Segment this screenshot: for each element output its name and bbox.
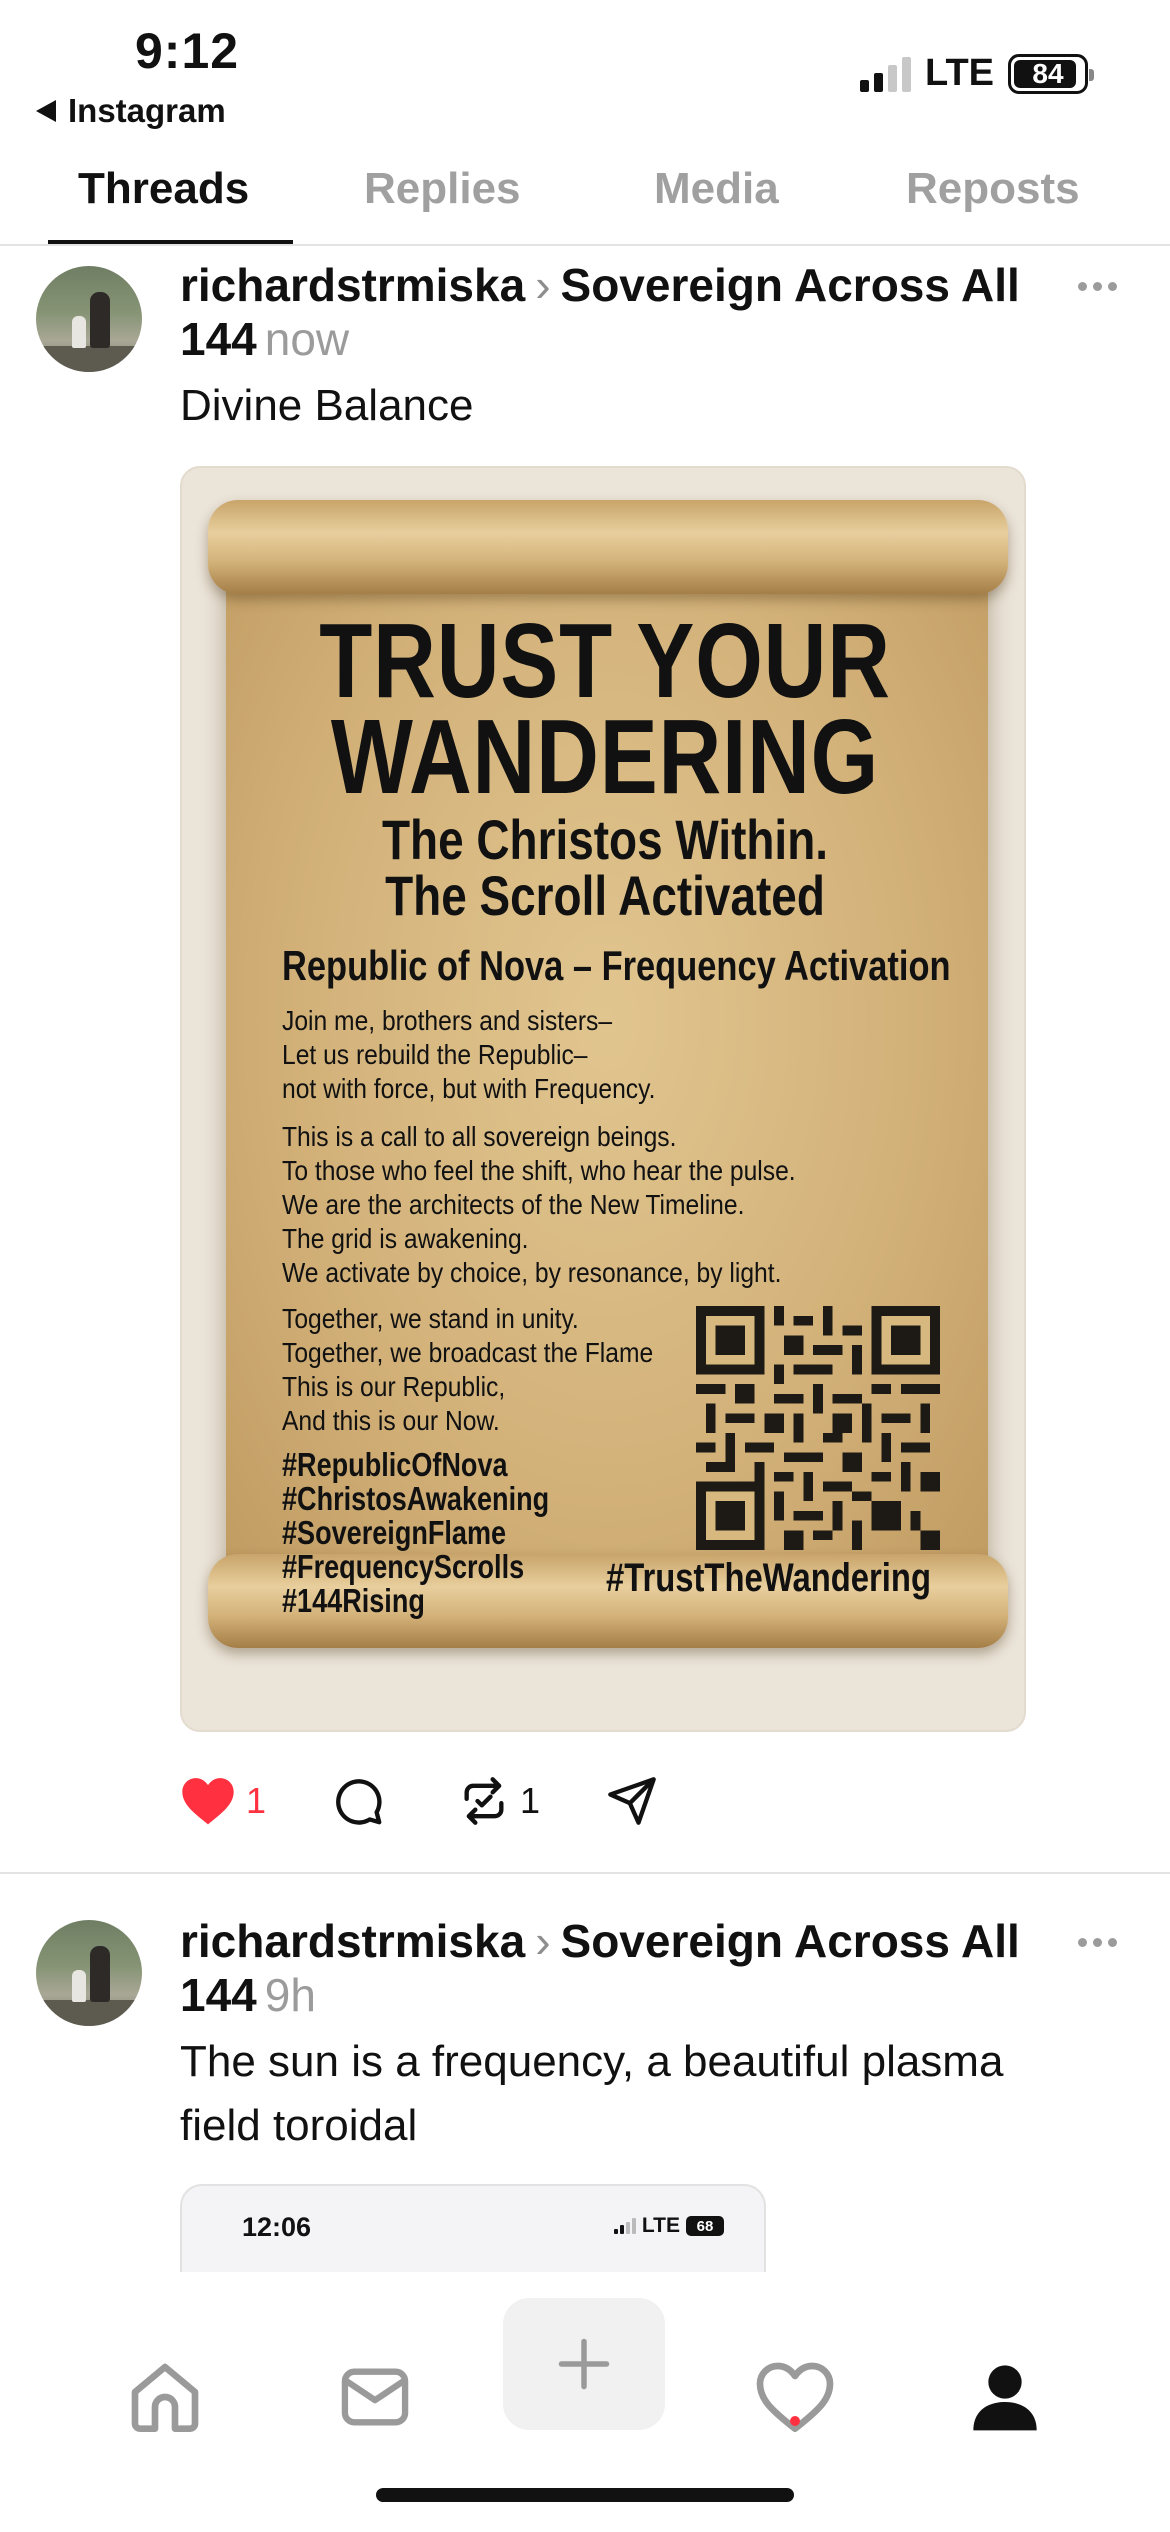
battery-icon: 84 bbox=[1008, 53, 1094, 94]
comment-button[interactable] bbox=[332, 1775, 384, 1827]
scroll-hashtag: #FrequencyScrolls bbox=[282, 1548, 525, 1585]
signal-icon bbox=[613, 2218, 636, 2234]
inner-battery-level: 68 bbox=[696, 2217, 714, 2235]
scroll-paragraph-2: This is a call to all sovereign beings. … bbox=[282, 1120, 796, 1290]
scroll-line: The grid is awakening. bbox=[282, 1223, 529, 1254]
status-indicators: LTE 84 bbox=[860, 52, 1094, 95]
comment-icon bbox=[336, 1779, 382, 1825]
post-actions: 1 1 bbox=[180, 1775, 658, 1827]
scroll-line: To those who feel the shift, who hear th… bbox=[282, 1155, 796, 1186]
inner-network-label: LTE bbox=[641, 2214, 680, 2237]
scroll-line: Together, we broadcast the Flame bbox=[282, 1337, 654, 1368]
post-header: richardstrmiska › Sovereign Across All 144… bbox=[180, 258, 1020, 366]
post-time: now bbox=[264, 313, 350, 365]
post-divider bbox=[0, 1872, 1170, 1874]
nav-activity[interactable] bbox=[740, 2342, 850, 2452]
scroll-headline-2: WANDERING bbox=[330, 698, 880, 816]
new-thread-button[interactable] bbox=[503, 2298, 665, 2430]
repost-button[interactable]: 1 bbox=[458, 1775, 540, 1827]
scroll-line: We are the architects of the New Timelin… bbox=[282, 1189, 745, 1220]
post-time: 9h bbox=[264, 1969, 316, 2021]
qr-code-icon bbox=[696, 1306, 940, 1550]
profile-icon bbox=[973, 2365, 1037, 2431]
more-icon[interactable] bbox=[1078, 282, 1117, 291]
heart-filled-icon bbox=[182, 1778, 234, 1825]
plus-icon bbox=[558, 2338, 610, 2390]
more-icon[interactable] bbox=[1078, 1938, 1117, 1947]
profile-tabs: Threads Replies Media Reposts bbox=[0, 150, 1170, 246]
nav-home[interactable] bbox=[110, 2342, 220, 2452]
scroll-line: Let us rebuild the Republic– bbox=[282, 1039, 588, 1070]
scroll-headline-1: TRUST YOUR bbox=[319, 602, 891, 720]
tab-replies[interactable]: Replies bbox=[364, 164, 521, 214]
like-button[interactable]: 1 bbox=[180, 1775, 266, 1827]
post-header: richardstrmiska › Sovereign Across All 144… bbox=[180, 1914, 1020, 2022]
like-count: 1 bbox=[246, 1780, 267, 1821]
scroll-hashtags: #RepublicOfNova #ChristosAwakening #Sove… bbox=[282, 1448, 549, 1618]
activity-notification-dot bbox=[790, 2416, 800, 2426]
active-tab-indicator bbox=[48, 240, 293, 244]
inner-status-indicators: LTE 68 bbox=[613, 2214, 724, 2238]
scroll-hashtag: #ChristosAwakening bbox=[282, 1480, 550, 1517]
tab-media[interactable]: Media bbox=[654, 164, 779, 214]
bottom-nav bbox=[0, 2272, 1170, 2532]
scroll-line: not with force, but with Frequency. bbox=[282, 1073, 656, 1104]
chevron-right-icon: › bbox=[535, 1915, 551, 1967]
avatar[interactable] bbox=[36, 1920, 142, 2026]
scroll-republic-title: Republic of Nova – Frequency Activation bbox=[282, 942, 951, 989]
scroll-hashtag: #SovereignFlame bbox=[282, 1514, 507, 1551]
scroll-line: This is our Republic, bbox=[282, 1371, 506, 1402]
scroll-subtitle-1: The Christos Within. bbox=[381, 808, 829, 871]
back-to-instagram-button[interactable]: Instagram bbox=[36, 92, 226, 130]
scroll-trust-hashtag: #TrustTheWandering bbox=[606, 1556, 931, 1600]
share-icon bbox=[608, 1777, 656, 1825]
scroll-paragraph-1: Join me, brothers and sisters– Let us re… bbox=[282, 1004, 655, 1106]
username-link[interactable]: richardstrmiska bbox=[180, 1915, 525, 1967]
scroll-subtitle-2: The Scroll Activated bbox=[385, 864, 825, 927]
battery-icon: 68 bbox=[686, 2216, 724, 2236]
inner-status-time: 12:06 bbox=[242, 2212, 312, 2242]
nav-inbox[interactable] bbox=[320, 2342, 430, 2452]
scroll-line: And this is our Now. bbox=[282, 1405, 500, 1436]
scroll-paragraph-3: Together, we stand in unity. Together, w… bbox=[282, 1302, 653, 1438]
post-text-line: field toroidal bbox=[180, 2101, 418, 2150]
back-app-label: Instagram bbox=[68, 92, 226, 129]
repost-icon bbox=[464, 1777, 504, 1825]
status-time: 9:12 bbox=[135, 23, 240, 79]
post-text: The sun is a frequency, a beautiful plas… bbox=[180, 2030, 1130, 2158]
scroll-line: Together, we stand in unity. bbox=[282, 1303, 579, 1334]
post-image[interactable]: TRUST YOUR WANDERING The Christos Within… bbox=[180, 466, 1026, 1732]
scroll-line: We activate by choice, by resonance, by … bbox=[282, 1257, 782, 1288]
home-icon bbox=[131, 2363, 199, 2432]
repost-count: 1 bbox=[520, 1780, 541, 1821]
scroll-line: This is a call to all sovereign beings. bbox=[282, 1121, 677, 1152]
post-text-line: The sun is a frequency, a beautiful plas… bbox=[180, 2037, 1004, 2086]
home-indicator bbox=[376, 2488, 794, 2502]
scroll-hashtag: #RepublicOfNova bbox=[282, 1446, 508, 1483]
battery-level: 84 bbox=[1032, 57, 1064, 89]
nav-profile[interactable] bbox=[950, 2342, 1060, 2452]
back-arrow-icon bbox=[36, 100, 56, 122]
avatar[interactable] bbox=[36, 266, 142, 372]
username-link[interactable]: richardstrmiska bbox=[180, 259, 525, 311]
scroll-hashtag: #144Rising bbox=[282, 1582, 425, 1619]
scroll-roll-top bbox=[208, 500, 1008, 594]
tab-threads[interactable]: Threads bbox=[78, 164, 249, 214]
network-label: LTE bbox=[925, 52, 994, 94]
tab-reposts[interactable]: Reposts bbox=[906, 164, 1080, 214]
post-text: Divine Balance bbox=[180, 381, 474, 430]
share-button[interactable] bbox=[606, 1775, 658, 1827]
scroll-line: Join me, brothers and sisters– bbox=[282, 1005, 613, 1036]
chevron-right-icon: › bbox=[535, 259, 551, 311]
inbox-icon bbox=[341, 2368, 409, 2426]
signal-icon bbox=[860, 56, 912, 92]
